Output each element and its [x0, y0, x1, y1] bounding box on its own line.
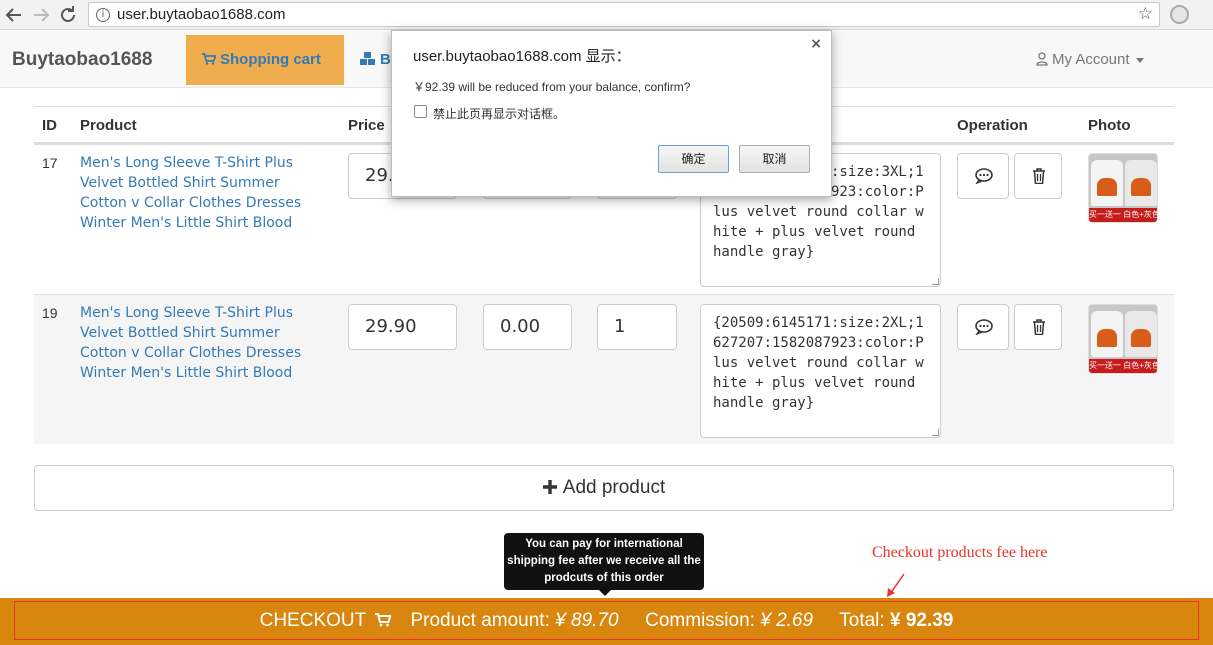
header-photo: Photo: [1088, 117, 1131, 134]
shirt-print: [1131, 178, 1151, 196]
bookmark-star-icon[interactable]: ☆: [1138, 4, 1153, 24]
info-icon[interactable]: i: [96, 8, 110, 22]
total-value: ¥ 92.39: [889, 610, 954, 631]
total-label: Total:: [839, 610, 885, 631]
product-link[interactable]: Men's Long Sleeve T-Shirt Plus Velvet Bo…: [80, 153, 320, 233]
header-price: Price: [348, 117, 385, 134]
trash-icon: [1033, 168, 1045, 184]
annotation-arrow-icon: [887, 573, 905, 597]
forward-arrow-icon[interactable]: [29, 3, 53, 27]
my-account-dropdown[interactable]: My Account: [1036, 51, 1144, 68]
resize-handle[interactable]: [932, 429, 939, 436]
delete-button[interactable]: [1014, 153, 1062, 199]
shipping-tooltip: You can pay for international shipping f…: [504, 533, 704, 596]
table-row: 19 Men's Long Sleeve T-Shirt Plus Velvet…: [34, 294, 1174, 444]
resize-handle[interactable]: [932, 278, 939, 285]
sku-note-text: {20509:6145171:size:2XL;1627207:15820879…: [713, 315, 924, 411]
extension-icon[interactable]: [1170, 5, 1189, 24]
tooltip-arrow: [599, 590, 611, 596]
cart-icon: [375, 613, 392, 627]
confirm-dialog: user.buytaobao1688.com 显示： × ￥92.39 will…: [391, 30, 832, 197]
product-photo[interactable]: 买一送一 白色+灰色: [1088, 153, 1158, 223]
nav-second-label: B: [380, 51, 391, 68]
cart-icon: [202, 53, 217, 65]
commission-value: ¥ 2.69: [760, 610, 814, 631]
row-id: 17: [42, 155, 58, 171]
commission-label: Commission:: [645, 610, 755, 631]
trash-icon: [1033, 319, 1045, 335]
address-bar[interactable]: i user.buytaobao1688.com ☆: [88, 2, 1160, 27]
header-operation: Operation: [957, 117, 1028, 134]
nav-shopping-cart-label: Shopping cart: [220, 51, 321, 68]
quantity-input[interactable]: 1: [597, 304, 677, 350]
address-url[interactable]: user.buytaobao1688.com: [117, 6, 285, 23]
add-product-button[interactable]: Add product: [34, 465, 1174, 511]
sku-note-textarea[interactable]: {20509:6145171:size:2XL;1627207:15820879…: [700, 304, 941, 438]
ok-button[interactable]: 确定: [658, 145, 729, 173]
product-amount-value: ¥ 89.70: [555, 610, 619, 631]
nav-second-item[interactable]: B: [360, 51, 391, 68]
annotation-text: Checkout products fee here: [872, 544, 1048, 561]
photo-caption: 买一送一 白色+灰色: [1089, 359, 1157, 373]
header-id: ID: [42, 117, 57, 134]
checkout-summary[interactable]: CHECKOUT Product amount: ¥ 89.70 Commiss…: [0, 610, 1213, 632]
shirt-print: [1097, 178, 1117, 196]
plus-icon: [542, 480, 557, 494]
cubes-icon: [360, 52, 375, 65]
cancel-button[interactable]: 取消: [739, 145, 810, 173]
checkout-bar[interactable]: CHECKOUT Product amount: ¥ 89.70 Commiss…: [0, 598, 1213, 645]
browser-toolbar: i user.buytaobao1688.com ☆: [0, 0, 1213, 30]
dialog-title: user.buytaobao1688.com 显示：: [413, 48, 631, 65]
shipping-input[interactable]: 0.00: [483, 304, 572, 350]
delete-button[interactable]: [1014, 304, 1062, 350]
caret-down-icon: [1135, 57, 1144, 63]
row-id: 19: [42, 305, 58, 321]
suppress-dialog-checkbox[interactable]: [414, 105, 427, 118]
product-photo[interactable]: 买一送一 白色+灰色: [1088, 304, 1158, 374]
close-icon[interactable]: ×: [810, 36, 822, 52]
comment-icon: [975, 168, 993, 184]
user-icon: [1036, 52, 1048, 66]
header-product: Product: [80, 117, 137, 134]
product-link[interactable]: Men's Long Sleeve T-Shirt Plus Velvet Bo…: [80, 303, 320, 383]
site-brand[interactable]: Buytaobao1688: [12, 49, 152, 71]
shirt-print: [1131, 329, 1151, 347]
back-arrow-icon[interactable]: [2, 3, 26, 27]
product-amount-label: Product amount:: [410, 610, 550, 631]
dialog-message: ￥92.39 will be reduced from your balance…: [413, 80, 691, 94]
suppress-dialog-label[interactable]: 禁止此页再显示对话框。: [433, 105, 565, 122]
shirt-print: [1097, 329, 1117, 347]
nav-shopping-cart[interactable]: Shopping cart: [186, 35, 344, 85]
price-input[interactable]: 29.90: [348, 304, 457, 350]
comment-icon: [975, 319, 993, 335]
comment-button[interactable]: [957, 304, 1009, 350]
tooltip-text: You can pay for international shipping f…: [507, 538, 701, 584]
comment-button[interactable]: [957, 153, 1009, 199]
checkout-label[interactable]: CHECKOUT: [260, 610, 366, 631]
my-account-label: My Account: [1052, 51, 1130, 68]
reload-icon[interactable]: [56, 3, 80, 27]
photo-caption: 买一送一 白色+灰色: [1089, 208, 1157, 222]
add-product-label: Add product: [562, 477, 666, 498]
